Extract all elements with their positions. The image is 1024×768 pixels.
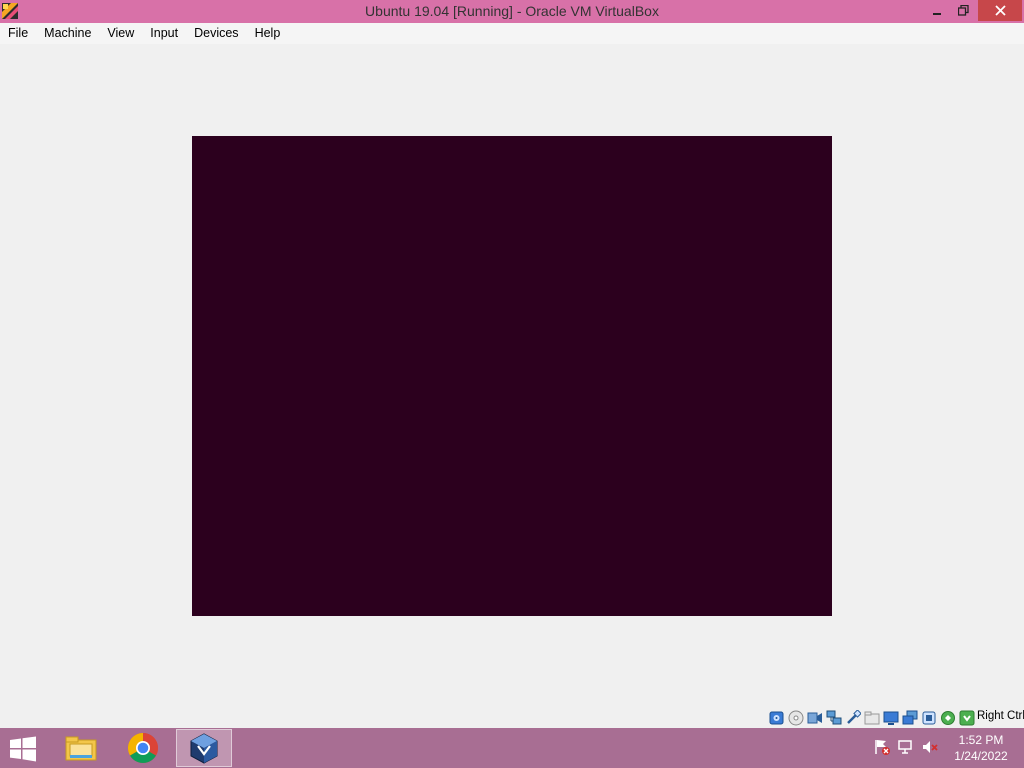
taskbar-file-explorer[interactable] xyxy=(53,729,109,767)
vm-display[interactable] xyxy=(192,136,832,616)
taskbar-virtualbox[interactable] xyxy=(176,729,232,767)
window-title-bar[interactable]: Ubuntu 19.04 [Running] - Oracle VM Virtu… xyxy=(0,0,1024,23)
tray-action-center[interactable] xyxy=(873,738,891,756)
display-icon[interactable] xyxy=(883,710,899,726)
minimize-icon xyxy=(933,12,941,15)
status-bar: Right Ctrl xyxy=(0,707,1024,728)
tray-network[interactable] xyxy=(897,738,915,756)
taskbar-chrome[interactable] xyxy=(115,729,171,767)
menu-file[interactable]: File xyxy=(0,23,36,44)
chrome-icon xyxy=(127,733,159,764)
start-button[interactable] xyxy=(8,736,38,762)
close-icon xyxy=(994,5,1006,16)
menu-input[interactable]: Input xyxy=(142,23,186,44)
tray-volume[interactable] xyxy=(921,738,939,756)
taskbar-clock[interactable]: 1:52 PM 1/24/2022 xyxy=(950,732,1012,764)
action-center-flag-icon xyxy=(875,740,890,755)
menu-machine[interactable]: Machine xyxy=(36,23,99,44)
restore-button[interactable] xyxy=(950,0,976,21)
shared-folders-icon[interactable] xyxy=(864,710,880,726)
volume-muted-icon xyxy=(923,741,938,753)
optical-drive-icon[interactable] xyxy=(788,710,804,726)
network-icon[interactable] xyxy=(826,710,842,726)
restore-icon xyxy=(957,5,969,16)
windows-logo-icon xyxy=(10,736,36,762)
keyboard-capture-icon[interactable] xyxy=(959,710,975,726)
hard-disk-icon[interactable] xyxy=(769,710,785,726)
usb-icon[interactable] xyxy=(845,709,861,726)
taskbar: 1:52 PM 1/24/2022 xyxy=(0,728,1024,768)
host-key-label: Right Ctrl xyxy=(977,710,1024,722)
clock-time: 1:52 PM xyxy=(958,733,1004,747)
clock-date: 1/24/2022 xyxy=(954,749,1008,763)
minimize-button[interactable] xyxy=(924,0,950,21)
network-icon xyxy=(898,740,912,754)
cpu-icon[interactable] xyxy=(921,710,937,726)
virtualbox-icon xyxy=(190,733,218,764)
menu-devices[interactable]: Devices xyxy=(186,23,246,44)
window-title: Ubuntu 19.04 [Running] - Oracle VM Virtu… xyxy=(365,3,659,19)
menu-help[interactable]: Help xyxy=(247,23,289,44)
video-capture-icon[interactable] xyxy=(902,710,918,726)
mouse-integration-icon[interactable] xyxy=(940,710,956,726)
menu-view[interactable]: View xyxy=(99,23,142,44)
audio-icon[interactable] xyxy=(807,710,823,726)
close-button[interactable] xyxy=(978,0,1022,21)
menu-bar: File Machine View Input Devices Help xyxy=(0,23,1024,44)
file-explorer-icon xyxy=(65,736,97,761)
